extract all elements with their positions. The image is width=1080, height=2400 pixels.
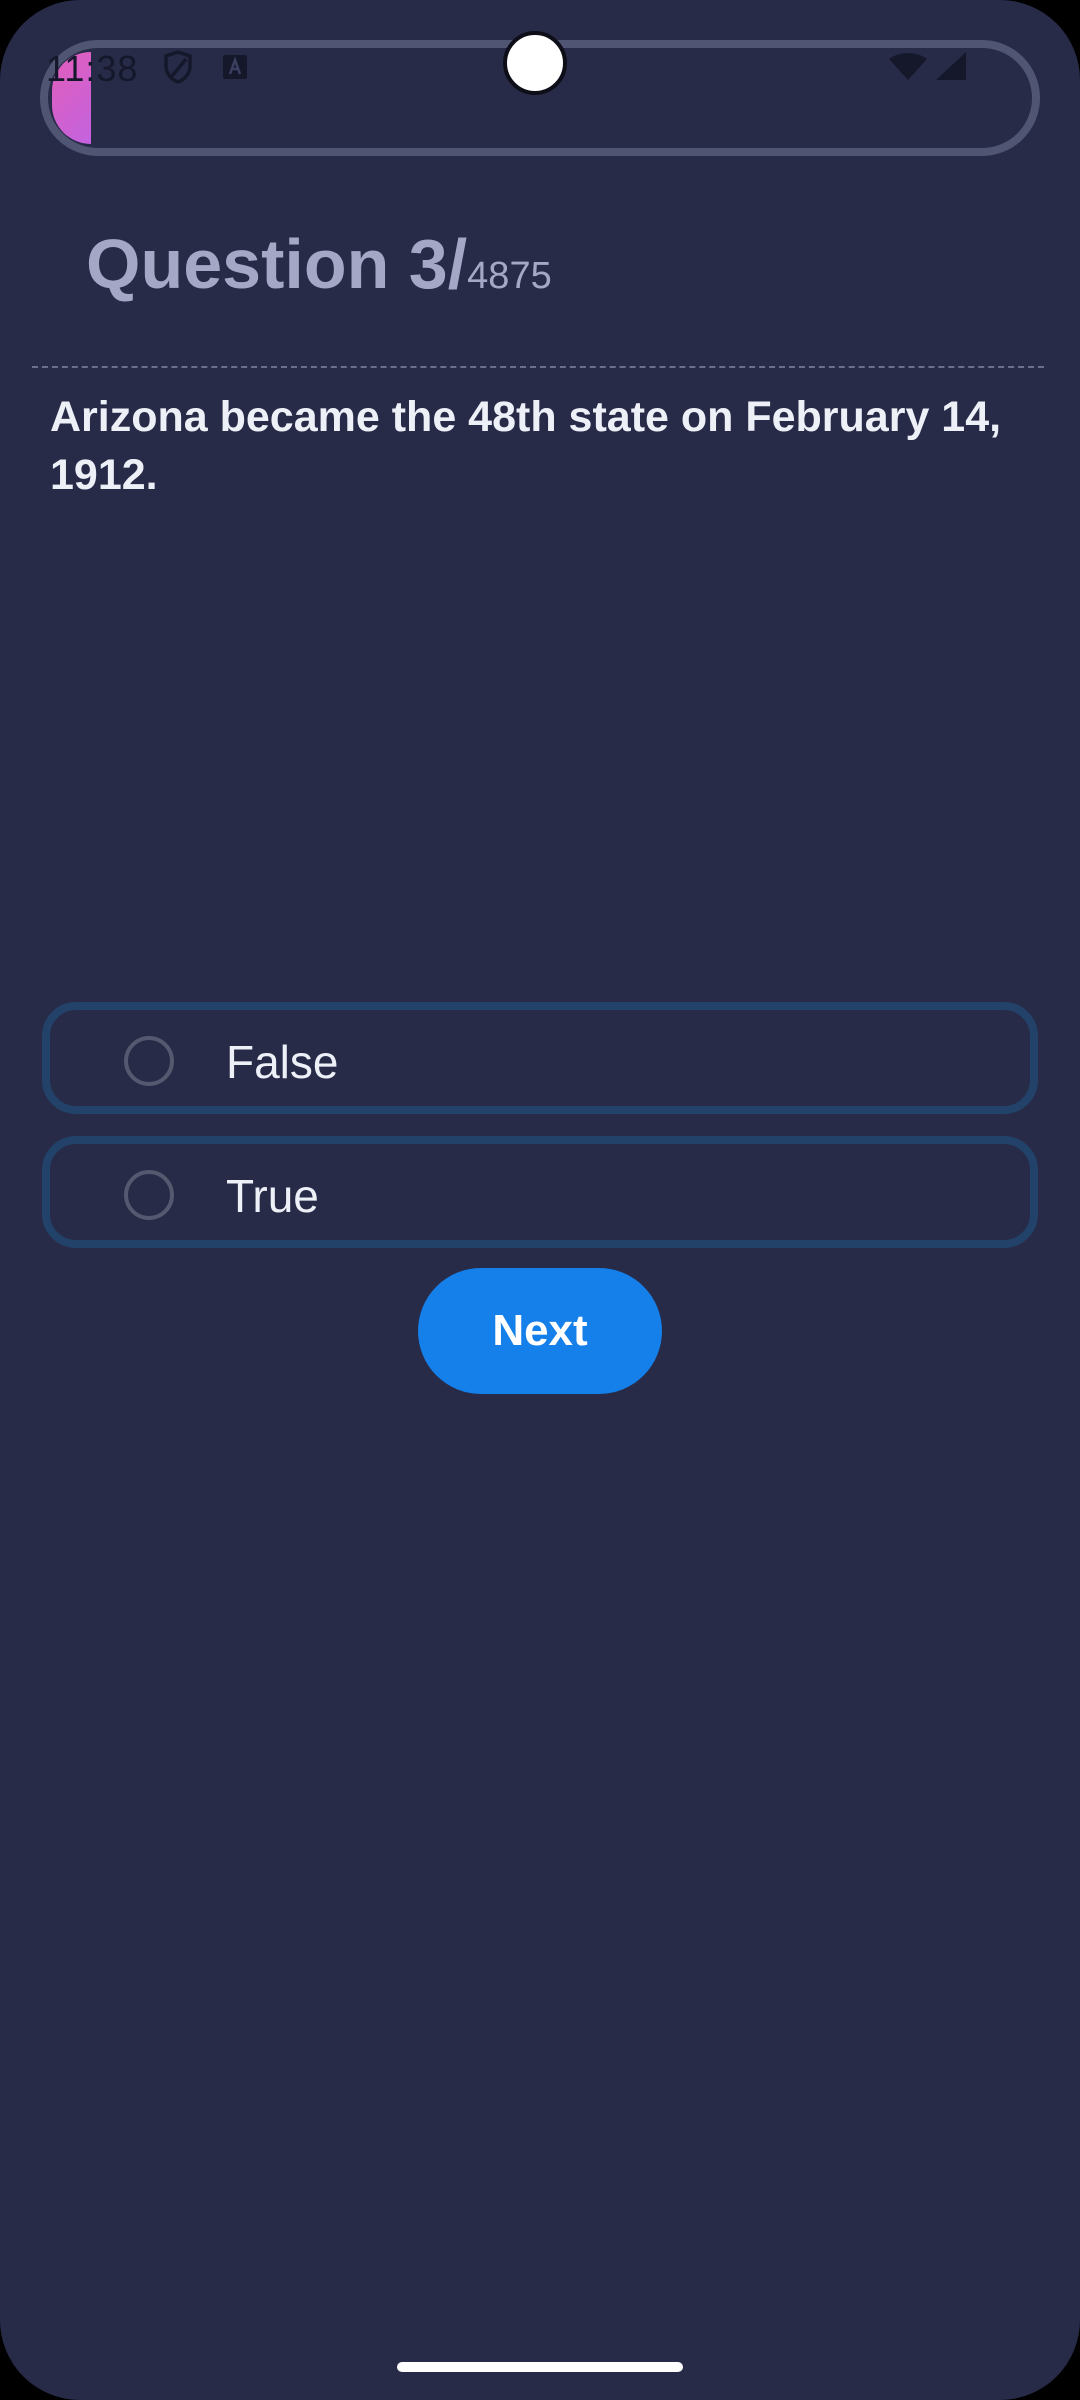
divider — [32, 366, 1044, 368]
question-text: Arizona became the 48th state on Februar… — [50, 393, 1002, 499]
home-indicator[interactable] — [397, 2362, 683, 2372]
option-label: True — [226, 1170, 319, 1222]
radio-button[interactable] — [124, 1170, 174, 1220]
shield-icon — [163, 50, 193, 89]
status-time: 11:38 — [46, 48, 139, 89]
option-false[interactable]: False — [42, 1002, 1038, 1114]
option-true[interactable]: True — [42, 1136, 1038, 1248]
front-camera — [503, 31, 567, 95]
question-total: 4875 — [467, 255, 552, 297]
option-label: False — [226, 1036, 339, 1088]
question-label: Question 3/ — [86, 225, 468, 303]
quiz-screen: 11:38 Question 3/4875 Arizona became the… — [0, 0, 1080, 2400]
question-counter: Question 3/4875 — [86, 224, 552, 304]
cellular-signal-icon — [934, 50, 968, 87]
next-button[interactable]: Next — [418, 1268, 662, 1394]
font-a-icon — [222, 54, 248, 85]
radio-button[interactable] — [124, 1036, 174, 1086]
wifi-icon — [888, 52, 928, 87]
